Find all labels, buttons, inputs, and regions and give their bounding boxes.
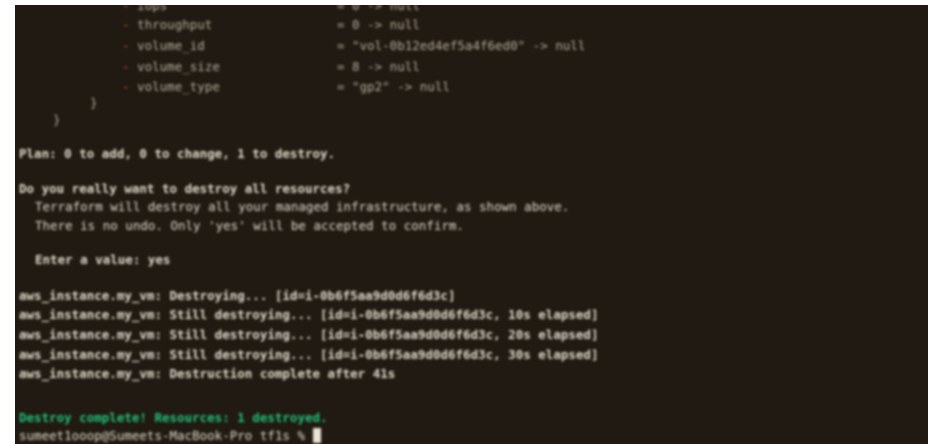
attr-name: iops — [137, 5, 168, 13]
destroy-complete-message: Destroy complete! Resources: 1 destroyed… — [19, 410, 328, 425]
attr-name: volume_type — [137, 79, 220, 94]
attr-value: = 8 -> null — [337, 59, 420, 74]
destroy-log-line: aws_instance.my_vm: Still destroying... … — [19, 307, 599, 322]
attr-value: = 0 -> null — [337, 17, 420, 32]
destroy-log-line: aws_instance.my_vm: Destroying... [id=i-… — [19, 288, 456, 303]
attr-name: volume_id — [137, 38, 205, 53]
destroy-warning: There is no undo. Only 'yes' will be acc… — [35, 218, 464, 233]
destroy-log-line: aws_instance.my_vm: Still destroying... … — [19, 347, 599, 362]
attr-line: - volume_id = "vol-0b12ed4ef5a4f6ed0" -> … — [122, 36, 585, 55]
attr-line: - volume_size = 8 -> null — [122, 57, 420, 76]
destroy-log-line: aws_instance.my_vm: Destruction complete… — [19, 366, 396, 381]
text-cursor — [312, 428, 321, 443]
attr-value: = "gp2" -> null — [337, 79, 450, 94]
attr-value: = "vol-0b12ed4ef5a4f6ed0" -> null — [337, 38, 586, 53]
minus-sign: - — [122, 59, 130, 74]
minus-sign: - — [122, 5, 130, 13]
destroy-log-line: aws_instance.my_vm: Still destroying... … — [19, 327, 599, 342]
terminal-window[interactable]: - iops = 0 -> null - throughput = 0 -> nul… — [15, 5, 928, 444]
minus-sign: - — [122, 38, 130, 53]
confirm-question: Do you really want to destroy all resour… — [19, 181, 351, 196]
plan-summary: Plan: 0 to add, 0 to change, 1 to destro… — [19, 146, 336, 161]
attr-line: - throughput = 0 -> null — [122, 15, 420, 34]
attr-line: - volume_type = "gp2" -> null — [122, 77, 450, 96]
command-line[interactable]: sumeet1ooop@Sumeets-MacBook-Pro tf1s % — [19, 426, 321, 444]
minus-sign: - — [122, 17, 130, 32]
minus-sign: - — [122, 79, 130, 94]
shell-prompt: sumeet1ooop@Sumeets-MacBook-Pro tf1s % — [19, 428, 313, 443]
terminal-output: - iops = 0 -> null - throughput = 0 -> nul… — [15, 5, 928, 444]
attr-line: - iops = 0 -> null — [122, 5, 420, 15]
enter-value-prompt: Enter a value: yes — [35, 252, 171, 267]
destroy-warning: Terraform will destroy all your managed … — [35, 199, 570, 214]
attr-name: throughput — [137, 17, 213, 32]
attr-value: = 0 -> null — [337, 5, 420, 13]
closing-brace: } — [90, 95, 98, 110]
closing-brace: } — [53, 112, 61, 127]
attr-name: volume_size — [137, 59, 220, 74]
